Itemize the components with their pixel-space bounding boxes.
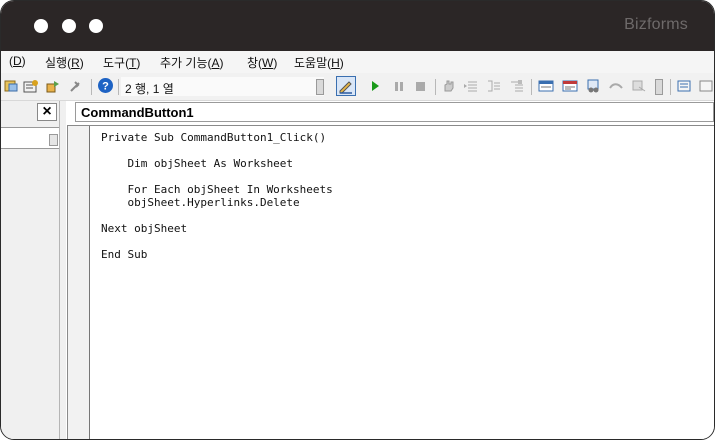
code-text[interactable]: Private Sub CommandButton1_Click() Dim o… xyxy=(101,131,333,287)
svg-text:?: ? xyxy=(102,81,109,93)
code-line[interactable]: Private Sub CommandButton1_Click() xyxy=(101,131,326,144)
comment-block-icon[interactable] xyxy=(562,79,578,93)
app-window: Bizforms (D) 실행(R) 도구(T) 추가 기능(A) 창(W) 도… xyxy=(0,0,715,440)
list-members-icon[interactable] xyxy=(509,79,525,93)
toolbar-separator xyxy=(670,79,671,95)
window-control-dot[interactable] xyxy=(89,19,103,33)
indent-icon[interactable] xyxy=(463,79,479,93)
code-editor[interactable]: Private Sub CommandButton1_Click() Dim o… xyxy=(67,125,714,439)
object-list-dropdown[interactable] xyxy=(1,127,59,149)
menu-debug[interactable]: (D) xyxy=(9,54,26,68)
code-line[interactable]: End Sub xyxy=(101,248,147,261)
menu-run[interactable]: 실행(R) xyxy=(45,54,84,71)
brand-label: Bizforms xyxy=(624,16,688,33)
properties-icon[interactable] xyxy=(23,79,39,93)
object-combo-box[interactable]: CommandButton1 xyxy=(75,102,714,122)
help-icon[interactable]: ? xyxy=(97,77,114,94)
toggle-breakpoint-icon[interactable] xyxy=(441,79,457,93)
toolbar-separator xyxy=(118,79,119,95)
toolbar-separator xyxy=(531,79,532,95)
editor-margin[interactable] xyxy=(68,126,90,439)
toolbar-overflow-dropdown[interactable] xyxy=(655,79,663,95)
menu-bar: (D) 실행(R) 도구(T) 추가 기능(A) 창(W) 도움말(H) xyxy=(1,51,714,73)
run-icon[interactable] xyxy=(368,79,384,93)
chevron-down-icon[interactable] xyxy=(49,134,58,146)
standard-toolbar: ? 2 행, 1 열 xyxy=(1,73,714,101)
project-panel: × xyxy=(1,101,60,439)
menu-addins[interactable]: 추가 기능(A) xyxy=(160,54,224,71)
code-line[interactable]: Dim objSheet As Worksheet xyxy=(101,157,293,170)
outdent-icon[interactable] xyxy=(486,79,502,93)
window-titlebar: Bizforms xyxy=(1,1,714,51)
window-control-dot[interactable] xyxy=(62,19,76,33)
quick-info-icon[interactable] xyxy=(538,79,554,93)
project-explorer-icon[interactable] xyxy=(3,79,19,93)
reset-icon[interactable] xyxy=(413,79,429,93)
code-line[interactable]: objSheet.Hyperlinks.Delete xyxy=(101,196,299,209)
next-bookmark-icon[interactable] xyxy=(631,79,647,93)
menu-help[interactable]: 도움말(H) xyxy=(294,54,344,71)
uncomment-icon[interactable] xyxy=(608,79,624,93)
design-mode-icon[interactable] xyxy=(336,76,356,96)
window-list-icon[interactable] xyxy=(676,79,692,93)
window-control-dot[interactable] xyxy=(34,19,48,33)
bookmark-icon[interactable] xyxy=(586,79,602,93)
menu-window[interactable]: 창(W) xyxy=(247,54,277,71)
cursor-position-display: 2 행, 1 열 xyxy=(121,77,324,96)
object-browser-icon[interactable] xyxy=(45,79,61,93)
toolbox-icon[interactable] xyxy=(69,79,85,93)
toolbar-separator xyxy=(91,79,92,95)
menu-tools[interactable]: 도구(T) xyxy=(103,54,140,71)
code-line[interactable]: Next objSheet xyxy=(101,222,187,235)
toolbar-separator xyxy=(435,79,436,95)
code-line[interactable]: For Each objSheet In Worksheets xyxy=(101,183,332,196)
panel-splitter[interactable] xyxy=(60,101,66,439)
window-icon[interactable] xyxy=(698,79,714,93)
toolbar-overflow-dropdown[interactable] xyxy=(316,79,324,95)
break-icon[interactable] xyxy=(391,79,407,93)
close-icon[interactable]: × xyxy=(37,103,57,121)
